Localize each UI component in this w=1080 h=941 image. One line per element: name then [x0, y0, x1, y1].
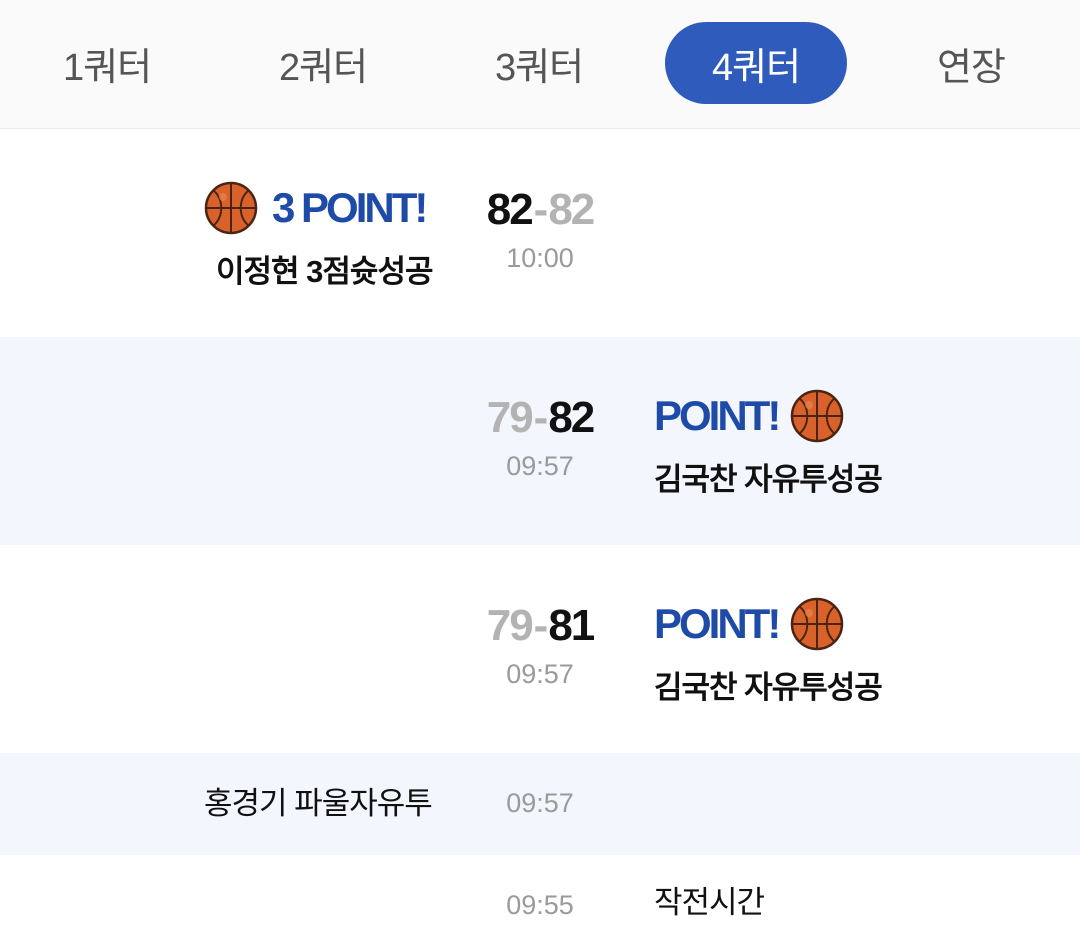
score-home: 82 — [486, 185, 534, 234]
score-home: 79 — [486, 601, 534, 650]
event-time: 10:00 — [506, 243, 574, 273]
event-row: 79-82 09:57 POINT! 김국찬 자유투성공 — [0, 337, 1080, 545]
score: 82-82 — [440, 186, 640, 234]
event-description: 김국찬 자유투성공 — [654, 670, 883, 705]
score-dash: - — [533, 601, 549, 650]
headline-text: 3 POINT! — [272, 184, 428, 231]
headline-text: POINT! — [654, 392, 781, 439]
tab-quarter-4[interactable]: 4쿼터 — [665, 22, 847, 104]
score-block: 09:55 — [440, 889, 640, 921]
event-headline: POINT! — [654, 597, 844, 651]
headline-text: POINT! — [654, 600, 781, 647]
score-block: 79-81 09:57 — [440, 602, 640, 690]
event-row: 3 POINT! 이정현 3점슛성공 82-82 10:00 — [0, 129, 1080, 337]
score-block: 82-82 10:00 — [440, 186, 640, 274]
event-row: 작전시간 09:55 — [0, 855, 1080, 941]
score-home: 79 — [486, 393, 534, 442]
event-time: 09:55 — [506, 890, 574, 920]
event-description: 작전시간 — [654, 885, 765, 920]
score: 79-82 — [440, 394, 640, 442]
event-description: 홍경기 파울자유투 — [204, 786, 433, 821]
score-dash: - — [533, 185, 549, 234]
event-row: 79-81 09:57 POINT! 김국찬 자유투성공 — [0, 545, 1080, 753]
tab-quarter-1[interactable]: 1쿼터 — [16, 22, 198, 104]
tab-quarter-2[interactable]: 2쿼터 — [232, 22, 414, 104]
basketball-icon — [790, 597, 844, 651]
score-block: 09:57 — [440, 787, 640, 819]
score-block: 79-82 09:57 — [440, 394, 640, 482]
event-time: 09:57 — [506, 788, 574, 818]
tab-quarter-3[interactable]: 3쿼터 — [448, 22, 630, 104]
event-headline: 3 POINT! — [204, 181, 428, 235]
score-away: 82 — [548, 185, 595, 234]
score-away: 82 — [548, 393, 595, 442]
score: 79-81 — [440, 602, 640, 650]
basketball-icon — [790, 389, 844, 443]
score-dash: - — [533, 393, 549, 442]
event-time: 09:57 — [506, 451, 574, 481]
tab-overtime[interactable]: 연장 — [880, 22, 1062, 104]
event-headline: POINT! — [654, 389, 844, 443]
score-away: 81 — [548, 601, 595, 650]
event-description: 이정현 3점슛성공 — [216, 254, 433, 289]
event-row: 홍경기 파울자유투 09:57 — [0, 753, 1080, 855]
quarter-tabs: 1쿼터 2쿼터 3쿼터 4쿼터 연장 — [0, 0, 1080, 129]
event-description: 김국찬 자유투성공 — [654, 462, 883, 497]
basketball-icon — [204, 181, 258, 235]
event-time: 09:57 — [506, 659, 574, 689]
